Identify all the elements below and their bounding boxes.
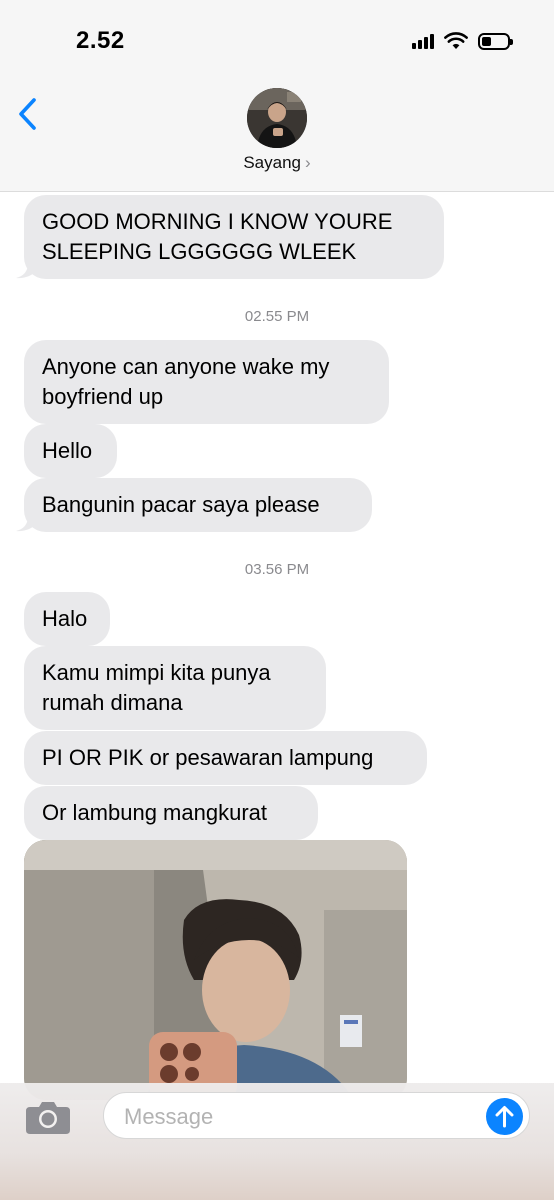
status-icons bbox=[412, 28, 513, 54]
photo-image bbox=[24, 840, 407, 1100]
chevron-right-icon: › bbox=[305, 153, 311, 172]
message-text: Or lambung mangkurat bbox=[42, 800, 267, 825]
send-button[interactable] bbox=[486, 1098, 523, 1135]
message-bubble[interactable]: GOOD MORNING I KNOW YOURE SLEEPING LGGGG… bbox=[24, 195, 444, 279]
contact-name: Sayang bbox=[243, 153, 301, 172]
arrow-up-icon bbox=[495, 1106, 514, 1128]
message-bubble[interactable]: Halo bbox=[24, 592, 110, 646]
contact-name-row[interactable]: Sayang › bbox=[0, 153, 554, 173]
message-text: Anyone can anyone wake my boyfriend up bbox=[42, 354, 330, 409]
message-bubble[interactable]: Kamu mimpi kita punya rumah dimana bbox=[24, 646, 326, 730]
message-field[interactable] bbox=[103, 1092, 530, 1140]
camera-button[interactable] bbox=[24, 1097, 72, 1137]
battery-icon bbox=[478, 32, 513, 50]
bubble-tail bbox=[16, 257, 38, 279]
compose-bar bbox=[0, 1083, 554, 1200]
conversation-header: 2.52 Sayang › bbox=[0, 0, 554, 192]
message-bubble[interactable]: PI OR PIK or pesawaran lampung bbox=[24, 731, 427, 785]
message-bubble[interactable]: Bangunin pacar saya please bbox=[24, 478, 372, 532]
contact-avatar[interactable] bbox=[247, 88, 307, 148]
photo-attachment[interactable] bbox=[24, 840, 407, 1100]
message-text: Bangunin pacar saya please bbox=[42, 492, 320, 517]
chevron-left-icon bbox=[19, 98, 36, 130]
bubble-tail bbox=[16, 510, 38, 532]
message-bubble[interactable]: Or lambung mangkurat bbox=[24, 786, 318, 840]
message-input[interactable] bbox=[122, 1093, 486, 1140]
timestamp: 02.55 PM bbox=[244, 308, 310, 325]
message-text: Halo bbox=[42, 606, 88, 631]
camera-icon bbox=[26, 1102, 70, 1134]
wifi-icon bbox=[444, 32, 468, 49]
timestamp: 03.56 PM bbox=[244, 561, 310, 578]
message-text: Hello bbox=[42, 438, 93, 463]
message-text: GOOD MORNING I KNOW YOURE SLEEPING LGGGG… bbox=[42, 209, 393, 264]
message-bubble[interactable]: Hello bbox=[24, 424, 117, 478]
message-bubble[interactable]: Anyone can anyone wake my boyfriend up bbox=[24, 340, 389, 424]
status-time: 2.52 bbox=[76, 27, 125, 54]
cellular-signal-icon bbox=[412, 33, 434, 49]
message-text: PI OR PIK or pesawaran lampung bbox=[42, 745, 374, 770]
message-text: Kamu mimpi kita punya rumah dimana bbox=[42, 660, 271, 715]
back-button[interactable] bbox=[14, 94, 44, 134]
